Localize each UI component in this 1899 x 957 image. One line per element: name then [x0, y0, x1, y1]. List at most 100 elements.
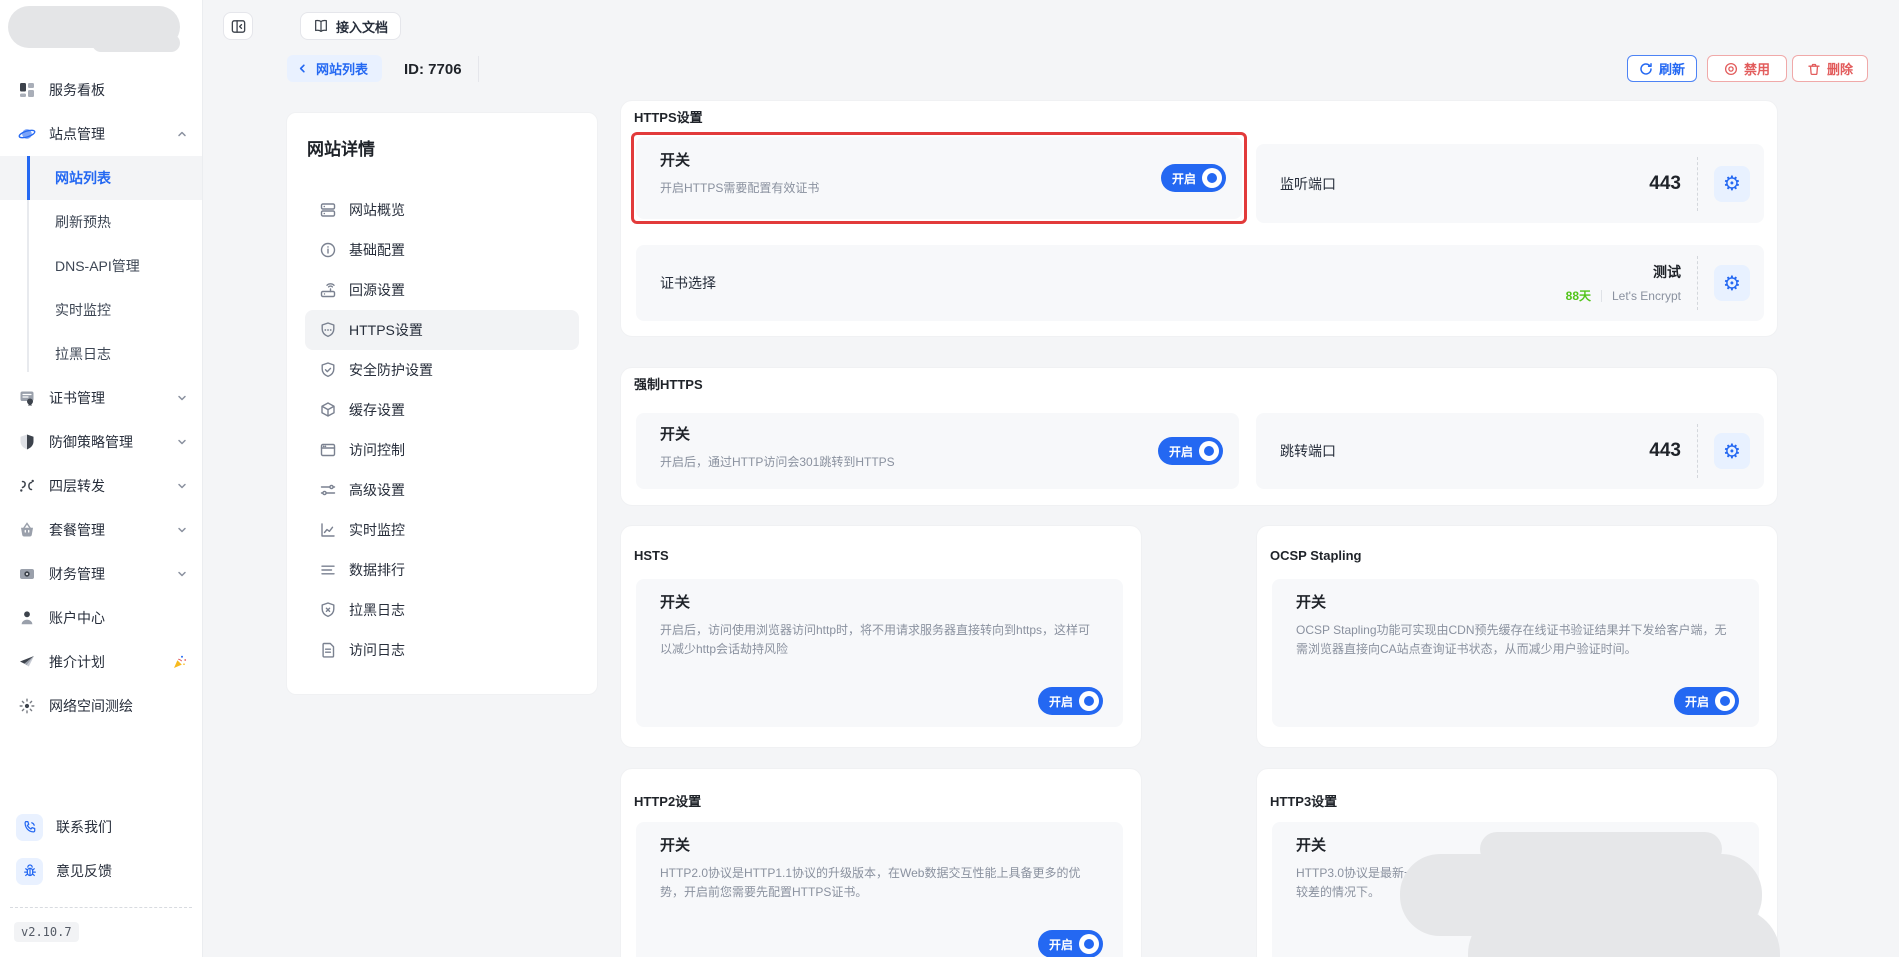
switch-card-title: 开关 — [1296, 834, 1326, 855]
switch-card-title: 开关 — [660, 834, 690, 855]
sidebar-item-label: 推介计划 — [49, 652, 105, 672]
sidebar-subitem-blacklist-log[interactable]: 拉黑日志 — [0, 332, 202, 376]
sidebar-footer-contact-us[interactable]: 联系我们 — [0, 805, 202, 849]
sidebar-subitem-realtime-monitor[interactable]: 实时监控 — [0, 288, 202, 332]
sidebar-item-label: 套餐管理 — [49, 520, 105, 540]
toggle-knob — [1079, 691, 1099, 711]
sidebar-item-defense-policy[interactable]: 防御策略管理 — [0, 420, 202, 464]
force-https-switch-toggle[interactable]: 开启 — [1158, 437, 1223, 465]
toggle-knob — [1199, 441, 1219, 461]
disable-button[interactable]: 禁用 — [1707, 55, 1787, 82]
switch-card-desc: 开启后，通过HTTP访问会301跳转到HTTPS — [660, 453, 1215, 472]
redirect-port-value: 443 — [1649, 440, 1681, 462]
sidebar-subitem-dns-api[interactable]: DNS-API管理 — [0, 244, 202, 288]
app-root: 服务看板站点管理网站列表刷新预热DNS-API管理实时监控拉黑日志证书管理防御策… — [0, 0, 1899, 957]
sidebar-item-dashboard[interactable]: 服务看板 — [0, 68, 202, 112]
cube-icon — [319, 401, 337, 419]
detail-menu-item-access-log[interactable]: 访问日志 — [305, 630, 579, 670]
sidebar-item-label: 财务管理 — [49, 564, 105, 584]
collapse-sidebar-button[interactable] — [223, 12, 253, 40]
shield-check-icon — [319, 361, 337, 379]
origin-icon — [319, 281, 337, 299]
hsts-switch-card: 开关 开启后，访问使用浏览器访问http时，将不用请求服务器直接转向到https… — [636, 579, 1123, 727]
refresh-button[interactable]: 刷新 — [1627, 55, 1697, 82]
certificate-meta: 88天 Let's Encrypt — [1566, 287, 1681, 304]
http2-switch-toggle[interactable]: 开启 — [1038, 930, 1103, 957]
gear-icon: ⚙ — [1723, 171, 1741, 196]
paper-plane-icon — [18, 653, 36, 671]
sidebar-item-label: 四层转发 — [49, 476, 105, 496]
sidebar-subitem-purge-preheat[interactable]: 刷新预热 — [0, 200, 202, 244]
http2-settings-card: HTTP2设置 开关 HTTP2.0协议是HTTP1.1协议的升级版本，在Web… — [620, 768, 1142, 957]
switch-card-desc: 开启HTTPS需要配置有效证书 — [660, 179, 1218, 198]
force-https-switch-card: 开关 开启后，通过HTTP访问会301跳转到HTTPS 开启 — [636, 413, 1239, 489]
toggle-label: 开启 — [1685, 693, 1709, 710]
toggle-label: 开启 — [1049, 936, 1073, 953]
hsts-switch-toggle[interactable]: 开启 — [1038, 687, 1103, 715]
detail-menu-item-realtime-monitor[interactable]: 实时监控 — [305, 510, 579, 550]
shield-icon — [18, 433, 36, 451]
overview-icon — [319, 201, 337, 219]
sidebar-item-site-management[interactable]: 站点管理 — [0, 112, 202, 156]
detail-menu-item-data-ranking[interactable]: 数据排行 — [305, 550, 579, 590]
trash-icon — [1807, 62, 1821, 76]
sidebar-item-cyberspace-mapping[interactable]: 网络空间测绘 — [0, 684, 202, 728]
detail-menu-item-origin-settings[interactable]: 回源设置 — [305, 270, 579, 310]
detail-menu-item-blacklist-log[interactable]: 拉黑日志 — [305, 590, 579, 630]
chevron-down-icon — [176, 480, 188, 492]
sidebar-item-finance[interactable]: 财务管理 — [0, 552, 202, 596]
collapse-sidebar-icon — [230, 18, 247, 35]
sidebar-item-label: 网络空间测绘 — [49, 696, 133, 716]
redirect-port-settings-button[interactable]: ⚙ — [1714, 433, 1750, 469]
docs-button-label: 接入文档 — [336, 17, 388, 36]
https-switch-highlight-box: 开关 开启HTTPS需要配置有效证书 开启 — [631, 132, 1247, 224]
listen-port-settings-button[interactable]: ⚙ — [1714, 166, 1750, 202]
certificate-meta-divider — [1601, 290, 1602, 302]
detail-menu-item-security-protection[interactable]: 安全防护设置 — [305, 350, 579, 390]
toggle-label: 开启 — [1172, 170, 1196, 187]
detail-menu-item-advanced-settings[interactable]: 高级设置 — [305, 470, 579, 510]
https-settings-card: HTTPS设置 开关 开启HTTPS需要配置有效证书 开启 监听端口 443 ⚙… — [620, 100, 1778, 337]
redirect-port-card: 跳转端口 443 ⚙ — [1256, 413, 1764, 489]
chevron-up-icon — [176, 128, 188, 140]
list-icon — [319, 561, 337, 579]
detail-menu-item-label: 访问控制 — [349, 440, 405, 460]
detail-menu-item-https-settings[interactable]: HTTPS设置 — [305, 310, 579, 350]
topbar-divider — [478, 56, 479, 82]
certificate-label: 证书选择 — [660, 273, 716, 293]
package-icon — [18, 521, 36, 539]
toggle-knob — [1715, 691, 1735, 711]
back-to-website-list-button[interactable]: 网站列表 — [287, 55, 382, 82]
listen-port-card: 监听端口 443 ⚙ — [1256, 144, 1764, 223]
docs-button[interactable]: 接入文档 — [300, 12, 401, 40]
sidebar-item-label: 服务看板 — [49, 80, 105, 100]
certificate-settings-button[interactable]: ⚙ — [1714, 265, 1750, 301]
sidebar-item-plan-management[interactable]: 套餐管理 — [0, 508, 202, 552]
detail-menu-item-access-control[interactable]: 访问控制 — [305, 430, 579, 470]
dashboard-icon — [18, 81, 36, 99]
sidebar-subitem-label: 网站列表 — [55, 168, 111, 188]
sidebar-footer-feedback[interactable]: 意见反馈 — [0, 849, 202, 893]
delete-button[interactable]: 删除 — [1792, 55, 1868, 82]
sidebar-item-cert-management[interactable]: 证书管理 — [0, 376, 202, 420]
sidebar-item-referral-plan[interactable]: 推介计划 — [0, 640, 202, 684]
switch-card-desc: 开启后，访问使用浏览器访问http时，将不用请求服务器直接转向到https，这样… — [660, 621, 1099, 659]
detail-menu-item-cache-settings[interactable]: 缓存设置 — [305, 390, 579, 430]
sidebar-subitem-website-list[interactable]: 网站列表 — [0, 156, 202, 200]
sidebar-item-layer4-forward[interactable]: 四层转发 — [0, 464, 202, 508]
sidebar-subitem-label: 刷新预热 — [55, 212, 111, 232]
certificate-days-left: 88天 — [1566, 287, 1591, 304]
sidebar-item-account-center[interactable]: 账户中心 — [0, 596, 202, 640]
sidebar-footer-label: 联系我们 — [56, 817, 112, 837]
sidebar-submenu: 网站列表刷新预热 DNS-API管理实时监控拉黑日志 — [0, 156, 202, 376]
ocsp-switch-toggle[interactable]: 开启 — [1674, 687, 1739, 715]
party-icon — [172, 654, 188, 670]
detail-menu-item-site-overview[interactable]: 网站概览 — [305, 190, 579, 230]
https-switch-toggle[interactable]: 开启 — [1161, 164, 1226, 192]
radar-icon — [18, 697, 36, 715]
detail-menu-item-basic-config[interactable]: 基础配置 — [305, 230, 579, 270]
http3-section-title: HTTP3设置 — [1270, 791, 1337, 810]
detail-menu-item-label: 安全防护设置 — [349, 360, 433, 380]
dashed-separator — [1697, 256, 1698, 310]
sidebar: 服务看板站点管理网站列表刷新预热 DNS-API管理实时监控拉黑日志证书管理防御策… — [0, 0, 203, 957]
